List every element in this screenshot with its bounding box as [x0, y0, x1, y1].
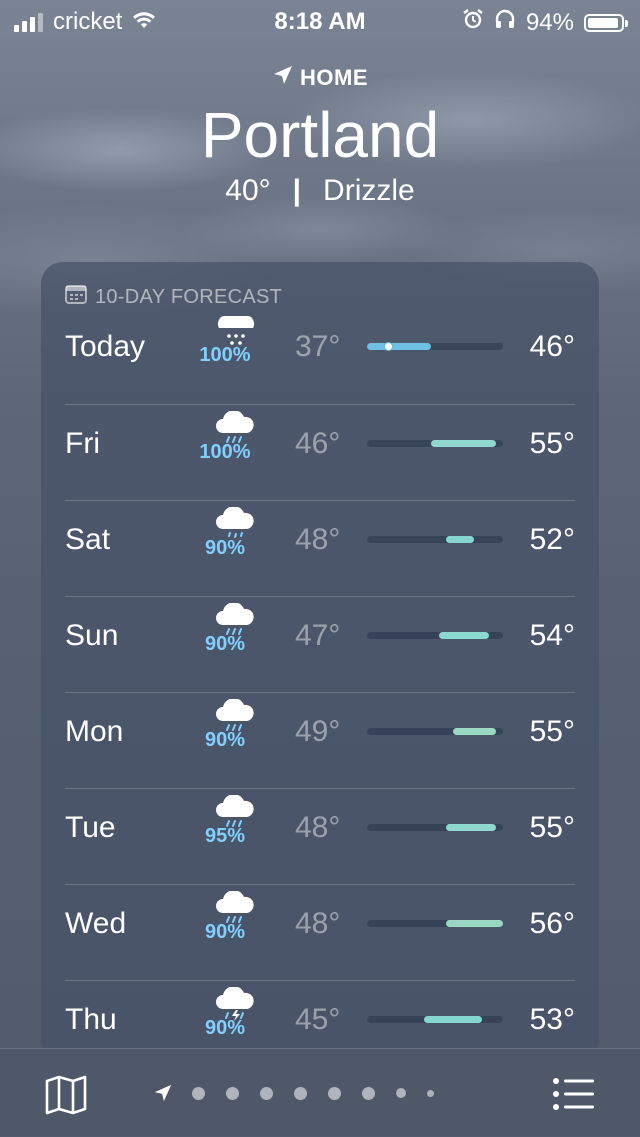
page-dot[interactable] — [396, 1088, 406, 1098]
page-dot[interactable] — [192, 1086, 205, 1100]
temp-range-bar — [438, 632, 489, 639]
page-dot[interactable] — [226, 1086, 239, 1100]
high-temp: 53° — [529, 1003, 575, 1036]
forecast-row[interactable]: Mon 90% 49° 55° — [65, 692, 575, 789]
temp-range-bar — [424, 1016, 482, 1023]
low-temp: 45° — [295, 1003, 341, 1036]
high-temp: 46° — [529, 330, 575, 363]
alarm-icon — [462, 8, 484, 37]
temp-range-track — [367, 1016, 503, 1023]
precip-chance: 95% — [204, 825, 246, 847]
low-temp: 48° — [295, 523, 341, 556]
map-icon[interactable] — [44, 1075, 88, 1120]
day-label: Thu — [65, 1003, 117, 1036]
temp-range-track — [367, 536, 503, 543]
forecast-row[interactable]: Sun 90% 47° 54° — [65, 596, 575, 693]
low-temp: 47° — [295, 619, 341, 652]
low-temp: 48° — [295, 907, 341, 940]
temp-range-bar — [445, 824, 496, 831]
forecast-row[interactable]: Sat 90% 48° 52° — [65, 500, 575, 597]
day-label: Sun — [65, 619, 119, 652]
precip-chance: 90% — [204, 633, 246, 655]
temp-range-track — [367, 440, 503, 447]
low-temp: 46° — [295, 427, 341, 460]
low-temp: 37° — [295, 330, 341, 363]
temp-range-track — [367, 920, 503, 927]
low-temp: 49° — [295, 715, 341, 748]
temp-range-track — [367, 728, 503, 735]
page-dot[interactable] — [294, 1086, 307, 1100]
page-dot[interactable] — [427, 1089, 434, 1097]
forecast-row[interactable]: Fri 100% 46° 55° — [65, 404, 575, 501]
forecast-row[interactable]: Wed 90% 48° 56° — [65, 884, 575, 981]
forecast-card-title: 10-DAY FORECAST — [95, 285, 283, 308]
battery-icon — [584, 13, 628, 32]
battery-percent: 94% — [525, 8, 574, 36]
high-temp: 54° — [529, 619, 575, 652]
temp-range-track — [367, 632, 503, 639]
high-temp: 55° — [529, 715, 575, 748]
current-conditions: 40° | Drizzle — [0, 174, 640, 208]
forecast-card-header: 10-DAY FORECAST — [65, 284, 282, 310]
temp-range-track — [367, 342, 503, 351]
home-location-label: HOME — [0, 64, 640, 92]
list-icon[interactable] — [552, 1077, 596, 1116]
current-temperature: 40° — [225, 174, 271, 207]
day-label: Wed — [65, 907, 127, 940]
headphones-icon — [494, 8, 516, 37]
condition-text: Drizzle — [323, 174, 415, 207]
city-name: Portland — [200, 99, 440, 171]
high-temp: 56° — [529, 907, 575, 940]
low-temp: 48° — [295, 811, 341, 844]
current-temp-dot — [384, 342, 393, 351]
high-temp: 55° — [529, 811, 575, 844]
status-bar: cricket 8:18 AM 94% — [0, 0, 640, 40]
day-label: Mon — [65, 715, 124, 748]
precip-chance: 90% — [204, 729, 246, 751]
precip-chance: 100% — [199, 344, 251, 366]
conditions-separator: | — [292, 174, 302, 207]
day-label: Sat — [65, 523, 111, 556]
temp-range-bar — [445, 920, 503, 927]
temp-range-bar — [452, 728, 496, 735]
precip-chance: 90% — [204, 537, 246, 559]
temp-range-track — [367, 824, 503, 831]
page-dot[interactable] — [362, 1086, 375, 1100]
day-label: Tue — [65, 811, 116, 844]
high-temp: 55° — [529, 427, 575, 460]
page-dot[interactable] — [260, 1086, 273, 1100]
precip-chance: 90% — [204, 1017, 246, 1039]
high-temp: 52° — [529, 523, 575, 556]
home-label: HOME — [300, 65, 368, 90]
precip-chance: 100% — [199, 441, 251, 463]
precip-chance: 90% — [204, 921, 246, 943]
ten-day-forecast-card[interactable]: 10-DAY FORECAST Today 100% 37° 46° Fri 100% 46… — [41, 262, 599, 1062]
page-indicator[interactable] — [152, 1083, 434, 1103]
page-dot[interactable] — [328, 1086, 341, 1100]
temp-range-bar — [367, 343, 432, 350]
forecast-row[interactable]: Tue 95% 48° 55° — [65, 788, 575, 885]
calendar-icon — [65, 284, 87, 310]
temp-range-bar — [431, 440, 496, 447]
day-label: Fri — [65, 427, 100, 460]
day-label: Today — [65, 330, 146, 363]
forecast-row[interactable]: Today 100% 37° 46° — [65, 308, 575, 404]
temp-range-bar — [445, 536, 475, 543]
location-arrow-icon — [272, 64, 294, 92]
current-location-page-icon[interactable] — [152, 1083, 176, 1103]
bottom-toolbar — [0, 1048, 640, 1137]
